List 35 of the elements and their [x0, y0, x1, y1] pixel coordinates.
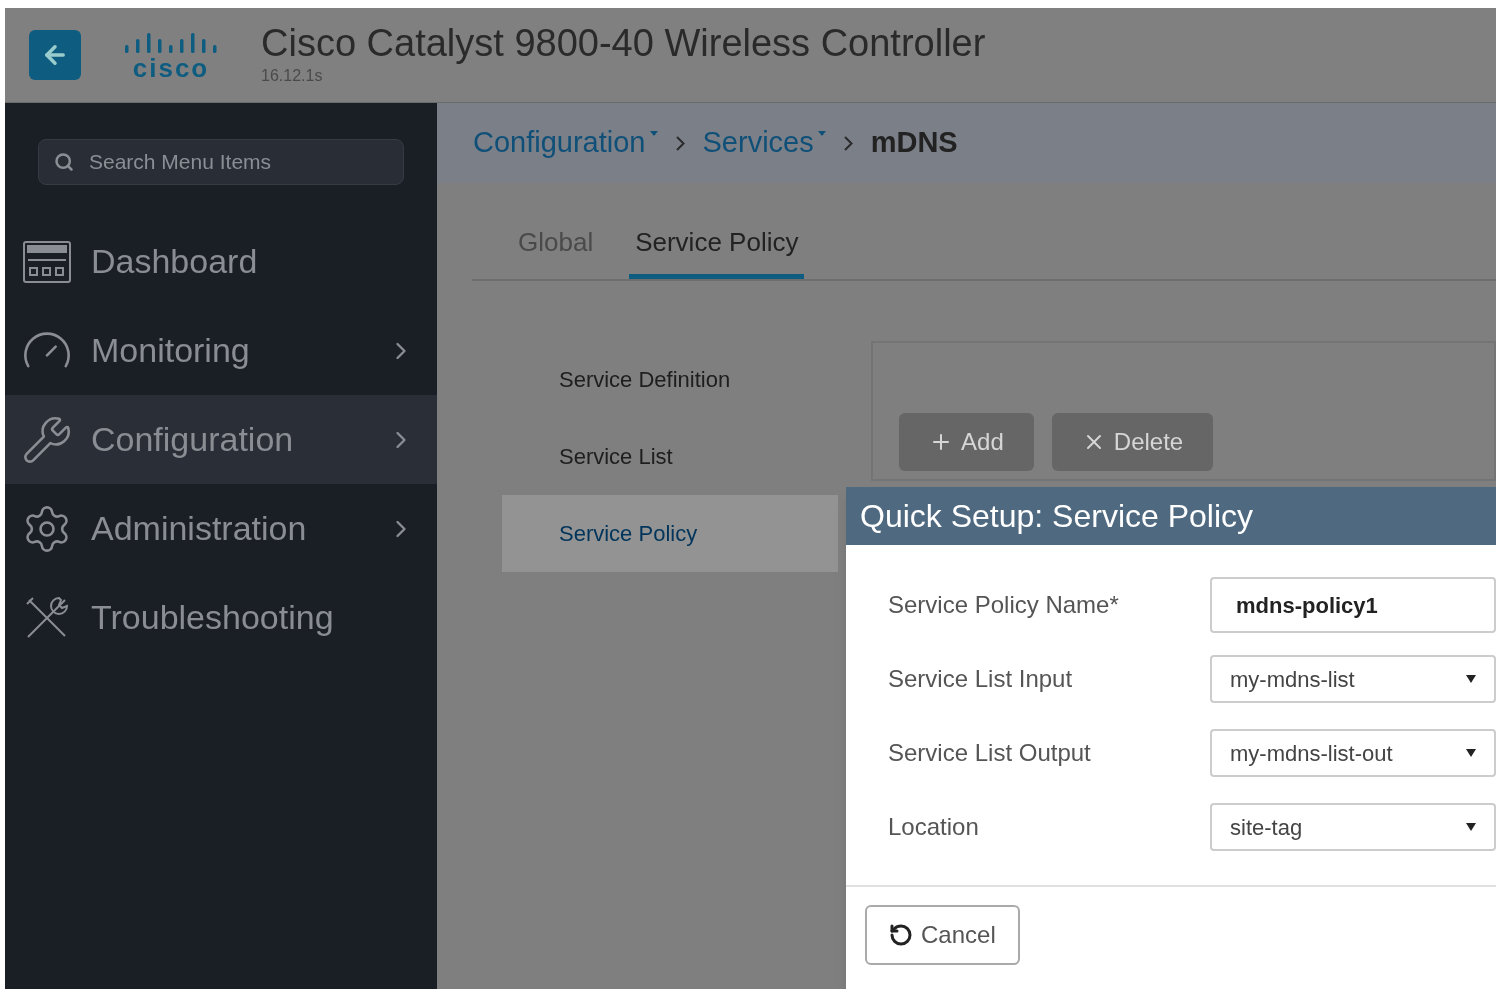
tab[interactable]: Service Policy — [629, 223, 805, 279]
submenu-item[interactable]: Service List — [502, 418, 839, 495]
submenu-item[interactable]: Service Policy — [502, 495, 839, 572]
sidebar-item[interactable]: Troubleshooting — [5, 573, 437, 662]
dropdown-caret-icon — [649, 131, 658, 137]
breadcrumb-separator-icon — [843, 135, 853, 151]
logo-text: cisco — [132, 55, 210, 81]
sidebar-item[interactable]: Monitoring — [5, 306, 437, 395]
search-icon — [54, 152, 74, 172]
sidebar-item[interactable]: Administration — [5, 484, 437, 573]
dropdown-field[interactable]: my-mdns-list-out — [1210, 729, 1496, 777]
text-field[interactable]: mdns-policy1 — [1210, 577, 1496, 633]
field-label: Service Policy Name* — [888, 590, 1120, 620]
dropdown-caret-icon — [1466, 675, 1476, 683]
dialog-title: Quick Setup: Service Policy — [860, 497, 1254, 536]
breadcrumb-current: mDNS — [870, 125, 958, 161]
breadcrumb-link[interactable]: Services — [702, 121, 826, 165]
sidebar-item[interactable]: Configuration — [5, 395, 437, 484]
undo-icon — [889, 923, 913, 947]
field-label: Location — [888, 812, 980, 842]
dropdown-caret-icon — [1466, 749, 1476, 757]
dropdown-field[interactable]: site-tag — [1210, 803, 1496, 851]
submenu-item[interactable]: Service Definition — [502, 341, 839, 418]
dropdown-caret-icon — [817, 131, 826, 137]
breadcrumb-separator-icon — [675, 135, 685, 151]
dropdown-caret-icon — [1466, 823, 1476, 831]
dropdown-field[interactable]: my-mdns-list — [1210, 655, 1496, 703]
field-label: Service List Output — [888, 738, 1092, 768]
sidebar-item[interactable]: Dashboard — [5, 217, 437, 306]
cancel-button[interactable]: Cancel — [865, 905, 1020, 965]
search-field[interactable]: Search Menu Items — [38, 139, 404, 185]
app-title: Cisco Catalyst 9800-40 Wireless Controller — [261, 22, 986, 64]
breadcrumb-link[interactable]: Configuration — [473, 121, 658, 165]
back-button[interactable] — [29, 30, 81, 80]
field-label: Service List Input — [888, 664, 1074, 694]
